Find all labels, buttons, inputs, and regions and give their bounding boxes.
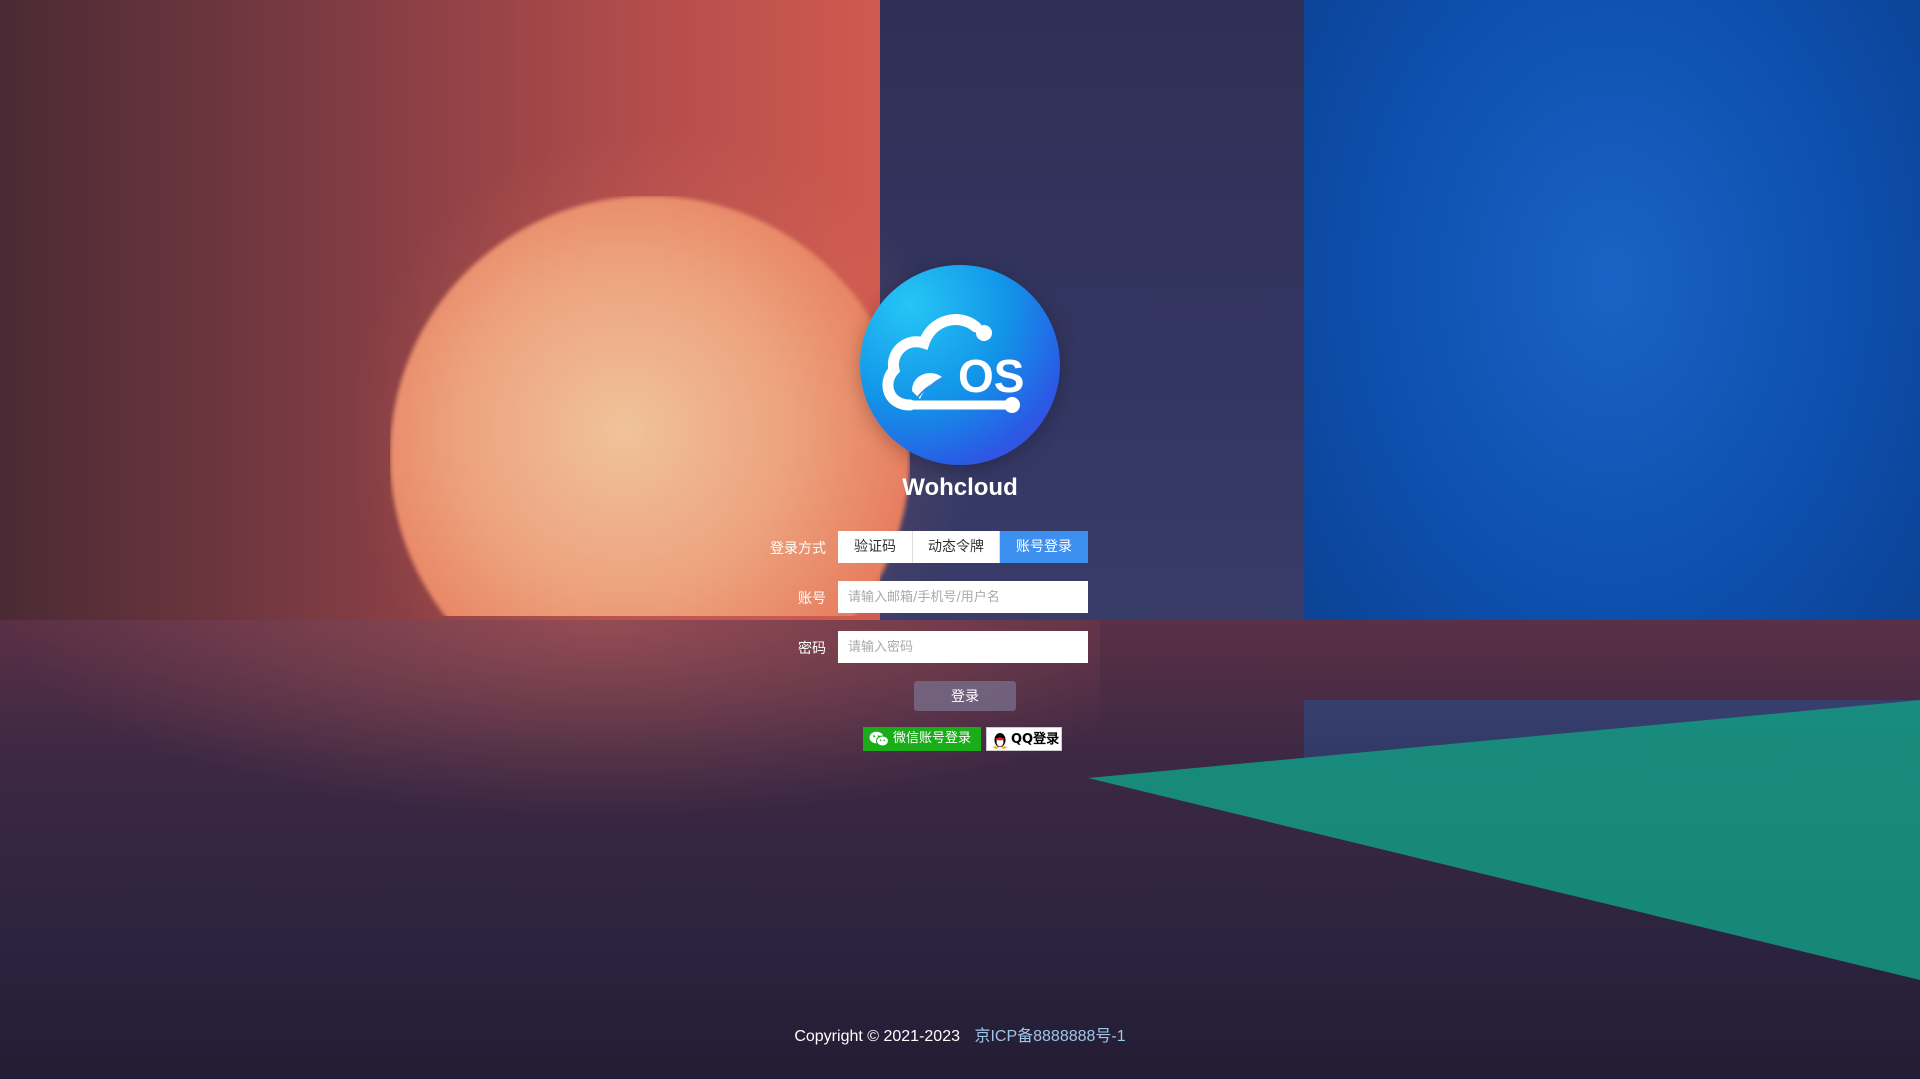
password-label: 密码 bbox=[798, 641, 826, 657]
password-input[interactable] bbox=[838, 631, 1088, 663]
login-button[interactable]: 登录 bbox=[914, 681, 1016, 711]
login-method-tabs: 验证码 动态令牌 账号登录 bbox=[838, 531, 1088, 563]
wechat-login-label: 微信账号登录 bbox=[893, 731, 972, 746]
footer: Copyright © 2021-2023 京ICP备8888888号-1 bbox=[0, 1022, 1920, 1046]
wechat-login-button[interactable]: 微信账号登录 bbox=[863, 727, 981, 751]
account-label: 账号 bbox=[798, 591, 826, 607]
app-name: Wohcloud bbox=[902, 474, 1018, 501]
copyright-text: Copyright © 2021-2023 bbox=[794, 1028, 960, 1045]
qq-login-button[interactable]: QQ登录 bbox=[986, 727, 1062, 751]
tab-dynamic-token[interactable]: 动态令牌 bbox=[913, 531, 1000, 563]
login-method-label: 登录方式 bbox=[770, 541, 826, 557]
qq-login-label: QQ登录 bbox=[1011, 732, 1060, 747]
svg-text:OS: OS bbox=[958, 350, 1024, 402]
app-logo: OS bbox=[860, 265, 1060, 465]
tab-account-login[interactable]: 账号登录 bbox=[1000, 531, 1088, 563]
cloud-logo-icon: OS bbox=[882, 314, 1024, 413]
qq-penguin-icon bbox=[992, 731, 1008, 758]
account-input[interactable] bbox=[838, 581, 1088, 613]
tab-verification-code[interactable]: 验证码 bbox=[838, 531, 913, 563]
icp-link[interactable]: 京ICP备8888888号-1 bbox=[974, 1028, 1125, 1045]
wechat-icon bbox=[869, 731, 889, 756]
login-panel: OS Wohcloud 登录方式 验证码 动态令牌 账号登录 账号 密码 登录 … bbox=[0, 0, 1920, 1079]
